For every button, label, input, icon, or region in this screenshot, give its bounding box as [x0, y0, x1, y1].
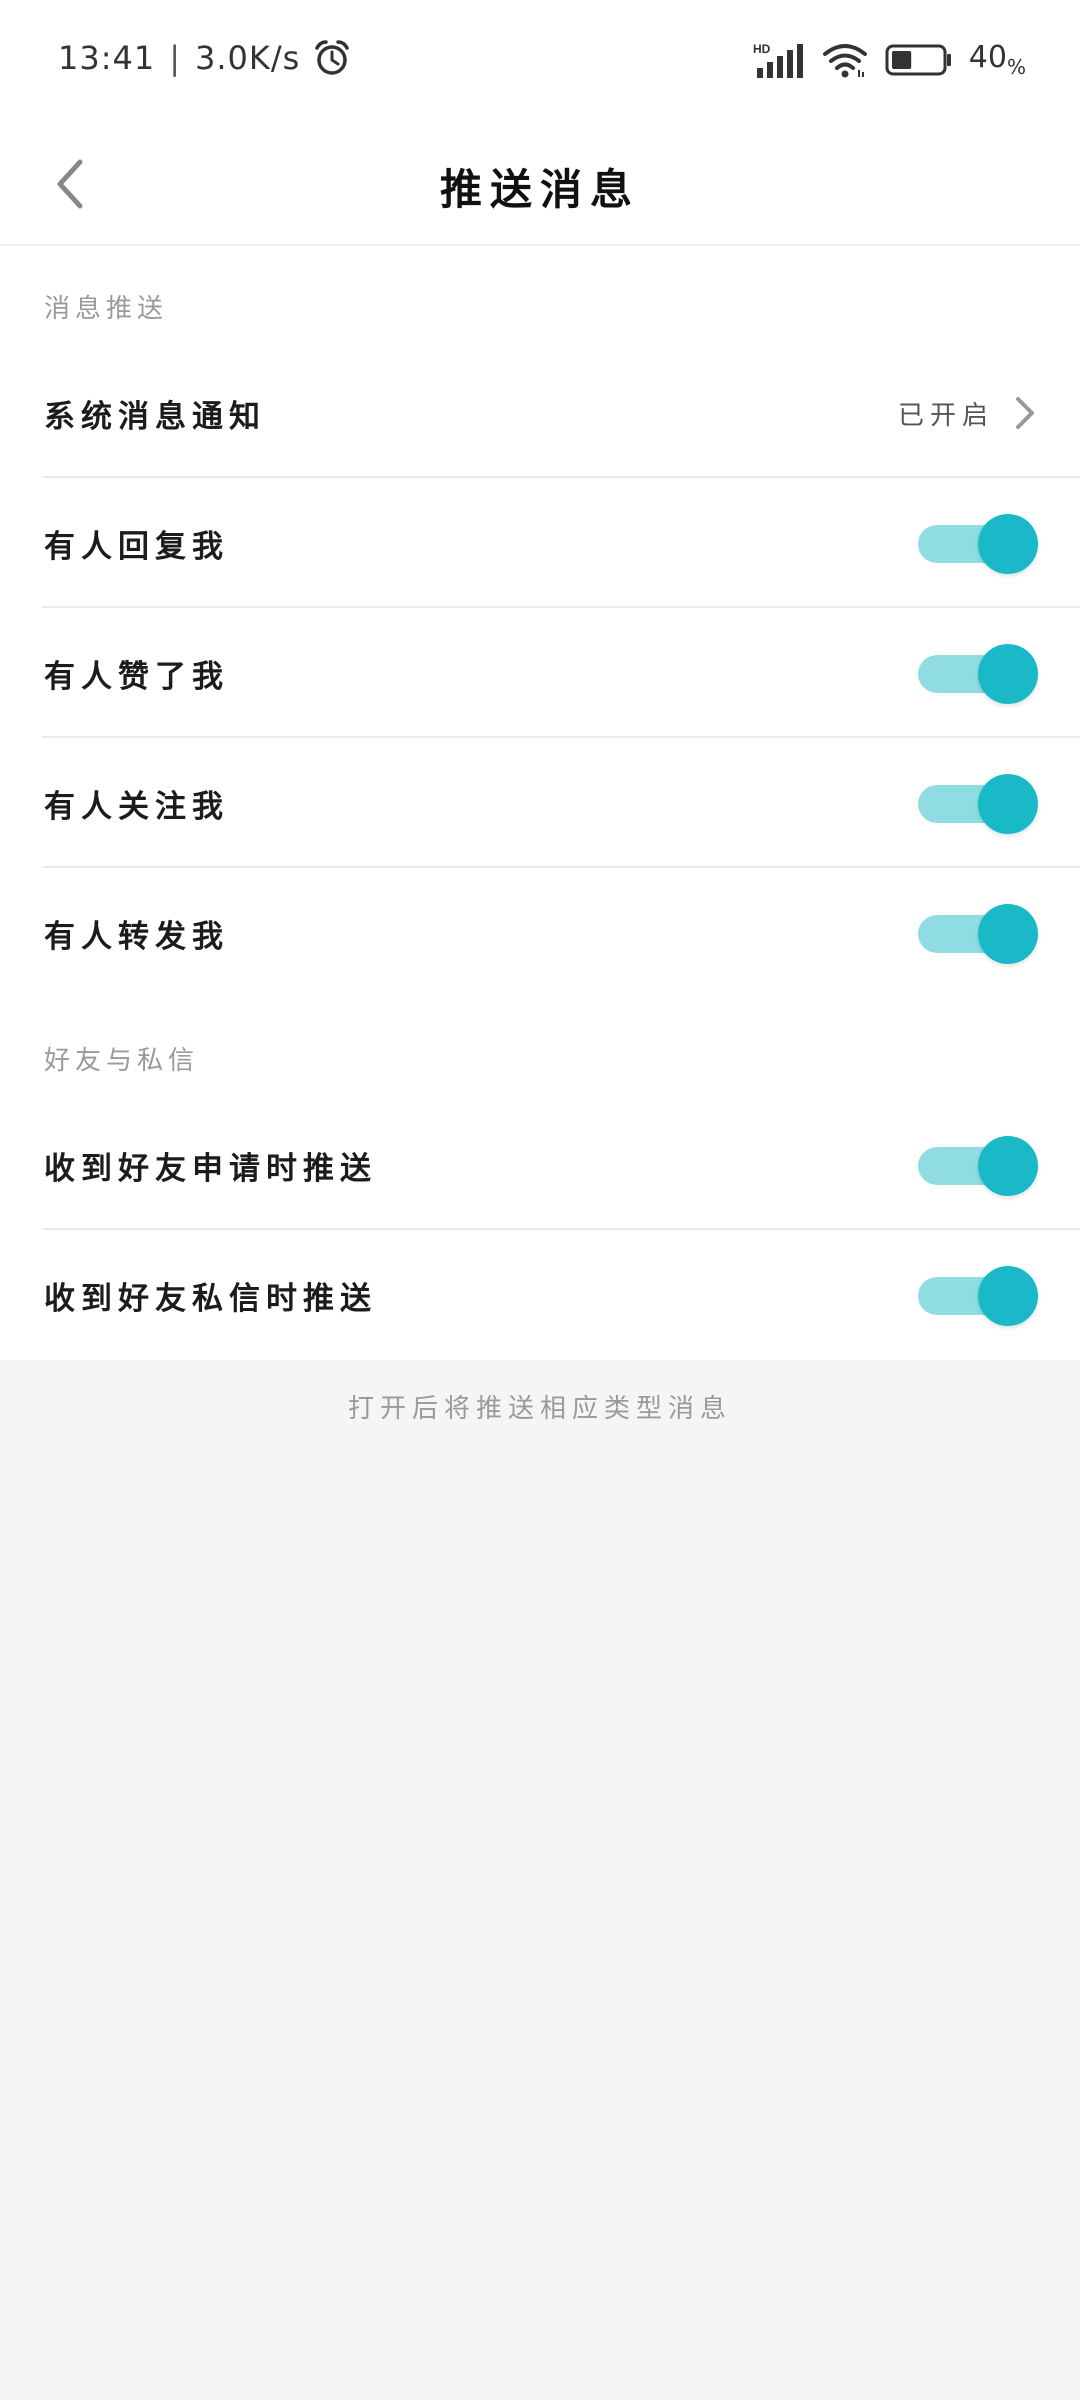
follow-me-row: 有人关注我 [0, 738, 1080, 868]
network-speed: 3.0K/s [195, 39, 301, 77]
status-bar: 13:41 | 3.0K/s HD 40% [0, 0, 1080, 122]
system-notification-row[interactable]: 系统消息通知 已开启 [0, 348, 1080, 478]
row-label: 有人转发我 [44, 918, 229, 955]
battery-percentage: 40% [969, 40, 1026, 79]
status-time: 13:41 [58, 39, 156, 77]
friend-message-row: 收到好友私信时推送 [0, 1230, 1080, 1360]
navigation-bar: 推送消息 [0, 122, 1080, 246]
friend-request-toggle[interactable] [914, 1133, 1038, 1197]
network-type-label: HD [753, 42, 771, 56]
reply-me-row: 有人回复我 [0, 478, 1080, 608]
follow-me-toggle[interactable] [914, 771, 1038, 835]
signal-bars-icon: HD [753, 42, 803, 78]
battery-percent-unit: % [1006, 55, 1026, 79]
repost-me-row: 有人转发我 [0, 868, 1080, 998]
status-separator: | [169, 39, 181, 77]
footer-note: 打开后将推送相应类型消息 [347, 1394, 732, 1424]
repost-me-toggle[interactable] [914, 901, 1038, 965]
toggle-knob [978, 774, 1038, 834]
reply-me-toggle[interactable] [914, 511, 1038, 575]
battery-icon [885, 44, 951, 75]
toggle-knob [978, 644, 1038, 704]
status-right: HD 40% [753, 40, 1026, 79]
section-header-friends-messages: 好友与私信 [44, 1045, 200, 1076]
row-right: 已开启 [898, 395, 1038, 432]
settings-list: 消息推送 系统消息通知 已开启 有人回复我 有人赞了我 有人关注我 有人转发我 … [0, 246, 1080, 1360]
wifi-icon [822, 43, 867, 77]
status-left: 13:41 | 3.0K/s [58, 38, 352, 78]
row-label: 有人赞了我 [44, 658, 229, 695]
toggle-knob [978, 1136, 1038, 1196]
toggle-knob [978, 514, 1038, 574]
row-label: 有人回复我 [44, 528, 229, 565]
battery-percent-value: 40 [968, 40, 1007, 75]
chevron-right-icon [1016, 397, 1034, 429]
row-label: 有人关注我 [44, 788, 229, 825]
like-me-toggle[interactable] [914, 641, 1038, 705]
system-notification-status: 已开启 [897, 400, 994, 431]
row-label: 收到好友私信时推送 [44, 1280, 377, 1317]
alarm-clock-icon [315, 40, 350, 75]
row-label: 收到好友申请时推送 [44, 1150, 377, 1187]
page-title: 推送消息 [439, 165, 640, 214]
section-header-message-push: 消息推送 [44, 293, 169, 324]
row-label: 系统消息通知 [44, 398, 266, 435]
friend-message-toggle[interactable] [914, 1263, 1038, 1327]
friend-request-row: 收到好友申请时推送 [0, 1100, 1080, 1230]
header-area: 13:41 | 3.0K/s HD 40% 推送消息 [0, 0, 1080, 246]
like-me-row: 有人赞了我 [0, 608, 1080, 738]
battery-level-fill [891, 50, 911, 69]
toggle-knob [978, 904, 1038, 964]
toggle-knob [978, 1266, 1038, 1326]
